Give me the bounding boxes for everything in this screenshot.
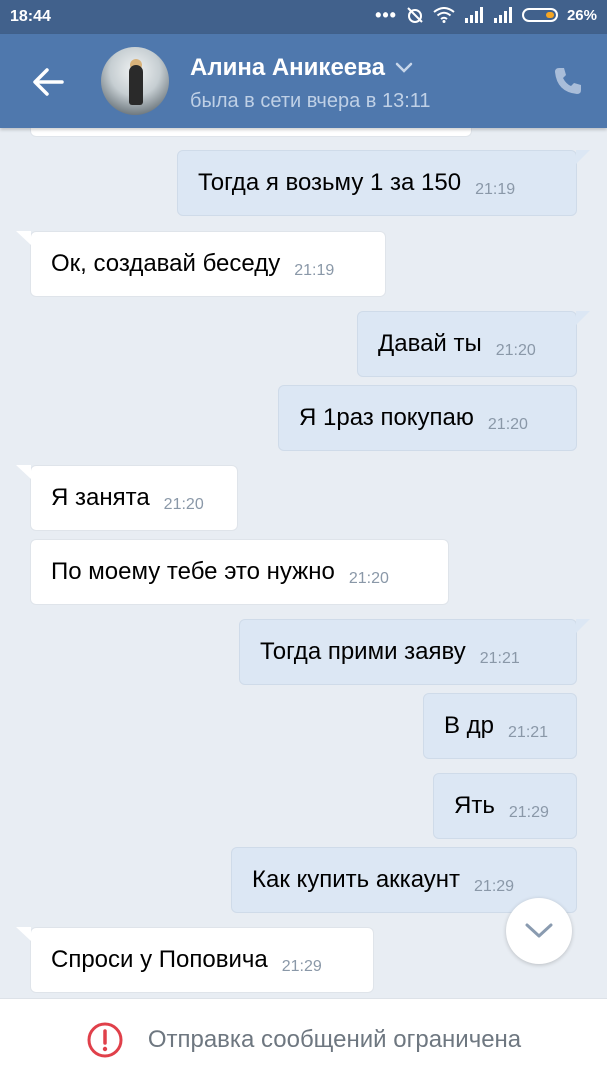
last-seen-status: была в сети вчера в 13:11: [190, 90, 431, 112]
phone-icon[interactable]: [551, 64, 585, 98]
message-text: По моему тебе это нужно: [51, 558, 335, 585]
message-text: Я 1раз покупаю: [299, 404, 474, 431]
message-text: Спроси у Поповича: [51, 946, 268, 973]
chat-header: Алина Аникеева была в сети вчера в 13:11: [0, 34, 607, 128]
signal-1-icon: [464, 7, 483, 23]
message-bubble[interactable]: Тогда я возьму 1 за 150 21:19: [177, 150, 590, 216]
message-time: 21:20: [495, 342, 536, 359]
back-arrow-icon[interactable]: [26, 60, 70, 104]
alarm-off-icon: [407, 7, 423, 23]
message-bubble[interactable]: Давай ты 21:20: [357, 311, 590, 377]
message-bubble[interactable]: Ок, создавай беседу 21:19: [16, 231, 386, 297]
message-time: 21:21: [479, 650, 520, 667]
message-time: 21:21: [508, 724, 549, 741]
message-bubble[interactable]: Я занята 21:20: [16, 465, 238, 531]
message-text: Как купить аккаунт: [252, 866, 461, 893]
message-text: Тогда я возьму 1 за 150: [198, 169, 462, 196]
message-bubble[interactable]: Я 1раз покупаю 21:20: [278, 385, 577, 451]
battery-percent: 26%: [566, 6, 597, 24]
signal-2-icon: [493, 7, 512, 23]
message-bubble[interactable]: Спроси у Поповича 21:29: [16, 927, 374, 993]
battery-icon: [521, 8, 558, 22]
avatar[interactable]: [101, 47, 169, 115]
message-text: Ять: [454, 792, 495, 819]
more-dots-icon: •••: [375, 5, 397, 25]
message-text: Тогда прими заяву: [260, 638, 466, 665]
status-bar: 18:44 ••• 26%: [0, 0, 607, 34]
contact-name: Алина Аникеева: [190, 54, 385, 81]
message-bubble[interactable]: По моему тебе это нужно 21:20: [30, 539, 449, 605]
message-time: 21:29: [281, 958, 322, 975]
message-bubble[interactable]: В др 21:21: [423, 693, 577, 759]
message-text: Давай ты: [378, 330, 482, 357]
message-time: 21:20: [348, 570, 389, 587]
message-bubble[interactable]: Ять 21:29: [433, 773, 577, 839]
restriction-text: Отправка сообщений ограничена: [147, 1026, 522, 1053]
status-time: 18:44: [10, 8, 51, 25]
message-text: Ок, создавай беседу: [51, 250, 281, 277]
message-time: 21:20: [487, 416, 528, 433]
messaging-restricted-bar: Отправка сообщений ограничена: [0, 998, 607, 1081]
message-time: 21:19: [294, 262, 335, 279]
previous-message-edge: [30, 128, 472, 137]
chevron-down-icon: [525, 923, 553, 938]
message-text: Я занята: [51, 484, 150, 511]
message-time: 21:29: [508, 804, 549, 821]
message-bubble[interactable]: Тогда прими заяву 21:21: [239, 619, 590, 685]
message-time: 21:29: [474, 878, 515, 895]
message-time: 21:20: [163, 496, 204, 513]
scroll-to-bottom-button[interactable]: [506, 898, 572, 964]
chevron-down-icon: [395, 62, 413, 73]
warning-icon: [87, 1022, 123, 1058]
wifi-icon: [433, 7, 455, 23]
message-text: В др: [444, 712, 495, 739]
contact-name-button[interactable]: Алина Аникеева: [190, 54, 413, 82]
message-time: 21:19: [475, 181, 516, 198]
message-list[interactable]: Тогда я возьму 1 за 150 21:19 Ок, создав…: [0, 128, 607, 998]
